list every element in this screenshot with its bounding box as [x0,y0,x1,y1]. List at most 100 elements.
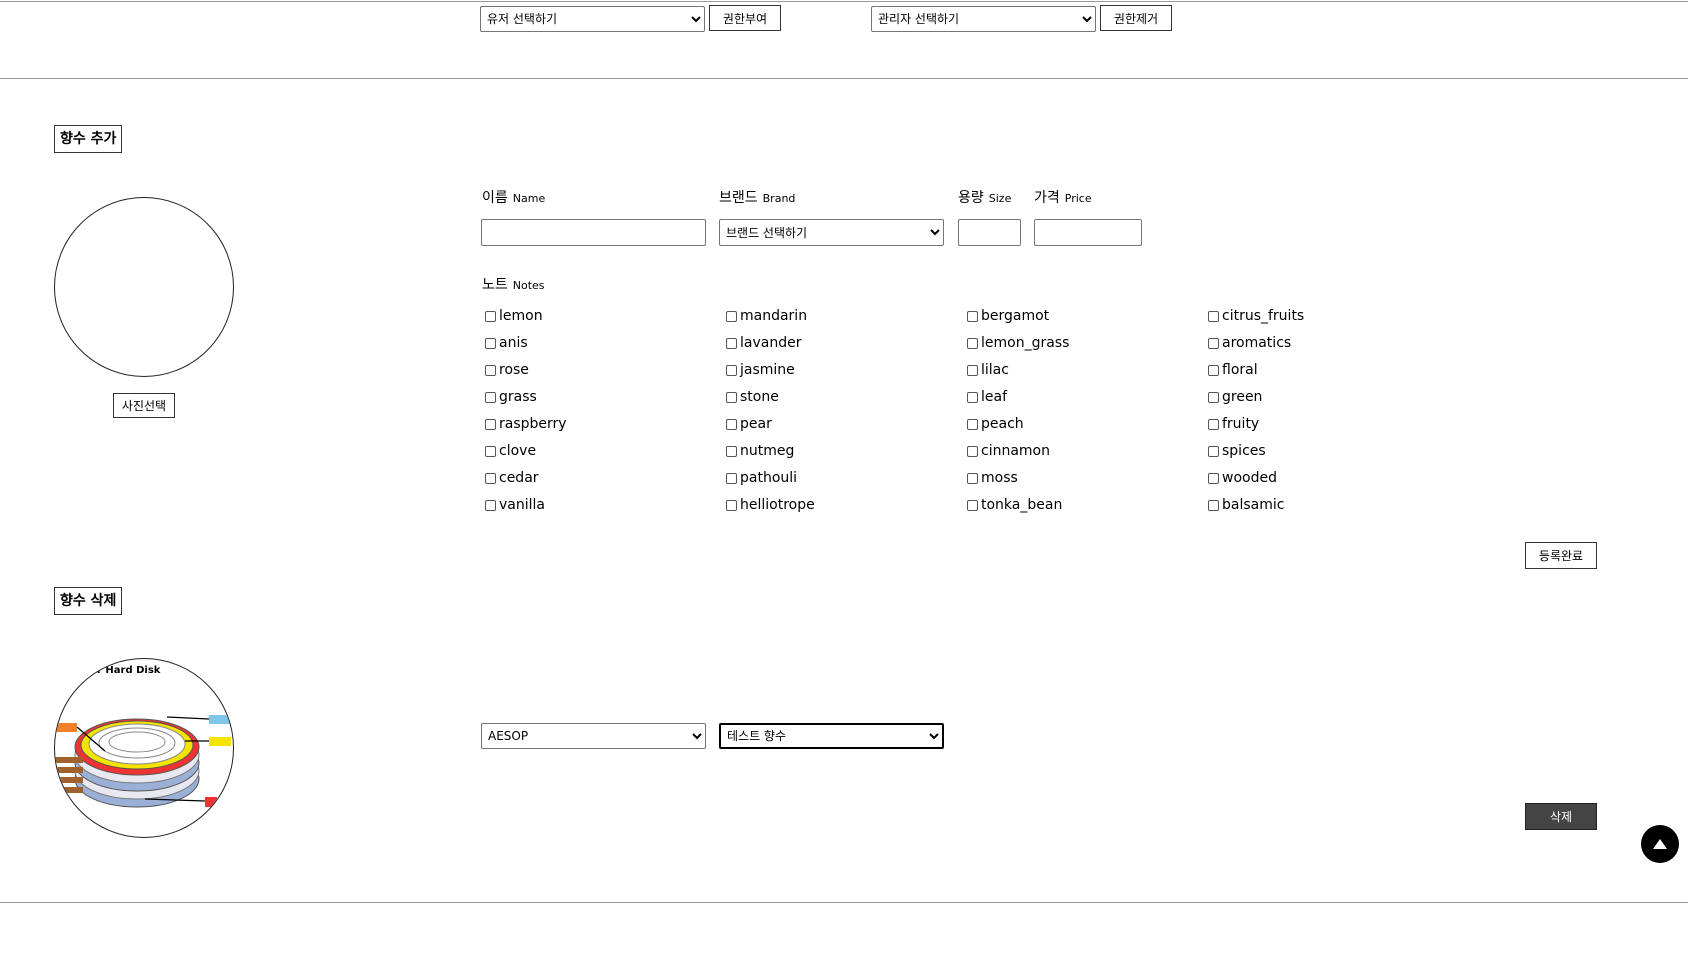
brand-select[interactable]: 브랜드 선택하기 [719,219,944,246]
note-checkbox[interactable] [967,499,978,511]
note-checkbox[interactable] [726,418,737,430]
note-checkbox[interactable] [485,418,496,430]
note-checkbox[interactable] [1208,445,1219,457]
note-checkbox[interactable] [485,472,496,484]
note-checkbox-item[interactable]: leaf [967,387,1007,407]
note-checkbox-item[interactable]: lemon [485,306,543,326]
size-label-en: Size [988,192,1012,205]
price-input[interactable] [1034,219,1142,246]
delete-brand-select[interactable]: AESOP [481,723,706,749]
note-checkbox[interactable] [967,364,978,376]
note-checkbox-item[interactable]: citrus_fruits [1208,306,1304,326]
size-label-ko: 용량 [958,190,984,206]
note-checkbox-item[interactable]: grass [485,387,537,407]
note-checkbox[interactable] [485,337,496,349]
note-checkbox[interactable] [726,310,737,322]
note-checkbox-item[interactable]: helliotrope [726,495,815,515]
note-checkbox[interactable] [485,391,496,403]
note-checkbox[interactable] [1208,499,1219,511]
note-checkbox[interactable] [1208,364,1219,376]
note-label: rose [499,362,529,378]
note-checkbox-item[interactable]: bergamot [967,306,1049,326]
note-checkbox[interactable] [485,310,496,322]
note-checkbox-item[interactable]: lemon_grass [967,333,1069,353]
delete-perfume-select[interactable]: 테스트 향수 [719,723,944,749]
note-checkbox-item[interactable]: anis [485,333,528,353]
note-checkbox-item[interactable]: pathouli [726,468,797,488]
note-checkbox-item[interactable]: spices [1208,441,1266,461]
name-input[interactable] [481,219,706,246]
scroll-to-top-button[interactable] [1641,825,1679,863]
note-label: aromatics [1222,335,1292,351]
note-label: lemon_grass [981,335,1070,351]
name-label: 이름 Name [482,187,545,207]
delete-button[interactable]: 삭제 [1525,803,1597,830]
note-checkbox-item[interactable]: green [1208,387,1262,407]
choose-photo-button[interactable]: 사진선택 [113,393,175,418]
note-label: pear [740,416,772,432]
user-select[interactable]: 유저 선택하기 [480,6,705,32]
grant-permission-button[interactable]: 권한부여 [709,5,781,31]
note-checkbox[interactable] [1208,337,1219,349]
note-checkbox-item[interactable]: moss [967,468,1018,488]
note-label: wooded [1222,470,1277,486]
note-checkbox[interactable] [726,445,737,457]
note-checkbox[interactable] [485,499,496,511]
note-checkbox-item[interactable]: rose [485,360,529,380]
note-checkbox[interactable] [726,499,737,511]
note-checkbox[interactable] [1208,472,1219,484]
note-checkbox[interactable] [726,364,737,376]
caret-up-icon [1653,839,1667,849]
note-checkbox[interactable] [1208,310,1219,322]
note-checkbox-item[interactable]: raspberry [485,414,567,434]
note-checkbox[interactable] [967,472,978,484]
note-checkbox[interactable] [967,445,978,457]
revoke-permission-button[interactable]: 권한제거 [1100,5,1172,31]
note-checkbox-item[interactable]: lilac [967,360,1009,380]
note-checkbox[interactable] [726,337,737,349]
note-checkbox-item[interactable]: vanilla [485,495,545,515]
perfume-image-preview: r Hard Disk [54,658,234,838]
admin-select[interactable]: 관리자 선택하기 [871,6,1096,32]
brand-label-en: Brand [762,192,796,205]
note-checkbox-item[interactable]: balsamic [1208,495,1284,515]
note-label: vanilla [499,497,545,513]
note-checkbox[interactable] [726,472,737,484]
note-checkbox-item[interactable]: tonka_bean [967,495,1062,515]
note-checkbox-item[interactable]: pear [726,414,772,434]
hard-disk-diagram-image: r Hard Disk [55,665,231,808]
note-checkbox-item[interactable]: mandarin [726,306,807,326]
register-complete-button[interactable]: 등록완료 [1525,542,1597,569]
price-label-ko: 가격 [1034,190,1060,206]
notes-label: 노트 Notes [482,274,545,294]
note-label: pathouli [740,470,798,486]
size-input[interactable] [958,219,1021,246]
note-checkbox-item[interactable]: aromatics [1208,333,1291,353]
note-checkbox-item[interactable]: cedar [485,468,539,488]
note-checkbox-item[interactable]: wooded [1208,468,1277,488]
note-checkbox[interactable] [485,364,496,376]
note-checkbox-item[interactable]: clove [485,441,536,461]
note-checkbox-item[interactable]: cinnamon [967,441,1050,461]
note-checkbox-item[interactable]: peach [967,414,1024,434]
note-checkbox[interactable] [967,418,978,430]
note-checkbox[interactable] [967,391,978,403]
note-checkbox[interactable] [967,310,978,322]
image-caption: r Hard Disk [97,665,161,676]
note-checkbox-item[interactable]: lavander [726,333,801,353]
note-checkbox-item[interactable]: floral [1208,360,1258,380]
note-label: mandarin [740,308,808,324]
note-checkbox-item[interactable]: fruity [1208,414,1259,434]
note-checkbox[interactable] [1208,391,1219,403]
note-checkbox-item[interactable]: jasmine [726,360,795,380]
notes-label-ko: 노트 [482,277,508,293]
note-checkbox[interactable] [967,337,978,349]
note-checkbox[interactable] [485,445,496,457]
divider-top [0,78,1688,79]
note-checkbox[interactable] [1208,418,1219,430]
note-checkbox[interactable] [726,391,737,403]
note-label: green [1222,389,1263,405]
note-checkbox-item[interactable]: nutmeg [726,441,794,461]
name-label-en: Name [512,192,546,205]
note-checkbox-item[interactable]: stone [726,387,779,407]
